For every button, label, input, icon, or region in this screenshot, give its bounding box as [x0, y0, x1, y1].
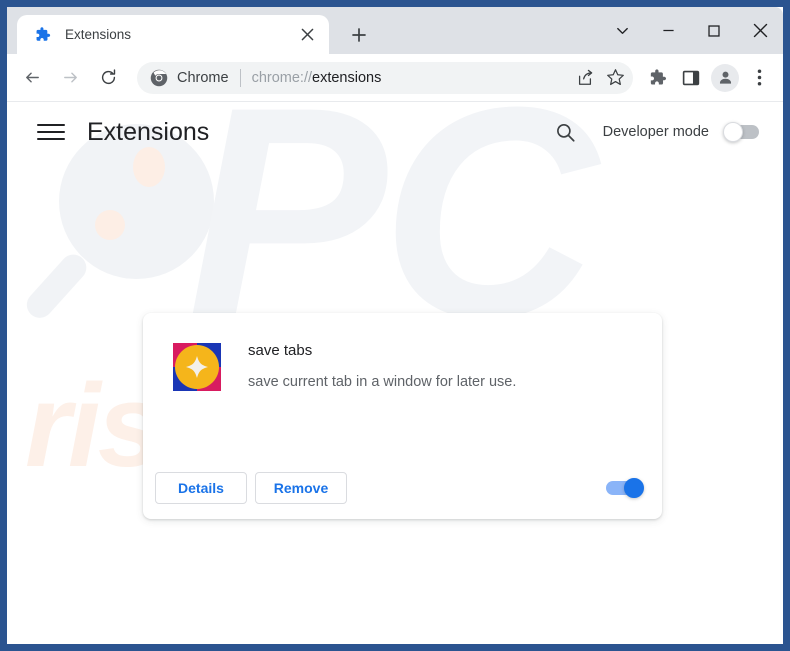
puzzle-piece-icon [33, 26, 51, 44]
details-button[interactable]: Details [155, 472, 247, 504]
profile-avatar-icon[interactable] [709, 62, 741, 94]
toggle-knob [624, 478, 644, 498]
extension-card-save-tabs: save tabs save current tab in a window f… [143, 313, 662, 519]
remove-button[interactable]: Remove [255, 472, 347, 504]
watermark-dot [95, 210, 125, 240]
browser-window: Extensions Chrome chrome://extensions PC… [0, 0, 790, 651]
omnibox-url-emphasis: extensions [312, 69, 382, 86]
developer-mode-toggle[interactable] [723, 122, 759, 142]
side-panel-icon[interactable] [675, 62, 707, 94]
back-arrow-icon[interactable] [15, 61, 49, 95]
extension-name: save tabs [248, 342, 313, 359]
tabstrip: Extensions [7, 7, 783, 54]
header-actions: Developer mode [551, 117, 759, 147]
omnibox-url-prefix: chrome:// [251, 69, 313, 86]
chevron-down-icon[interactable] [599, 7, 645, 54]
search-icon[interactable] [551, 117, 581, 147]
toggle-knob [723, 122, 743, 142]
extension-enabled-toggle[interactable] [606, 478, 644, 498]
window-controls [599, 7, 783, 54]
maximize-icon[interactable] [691, 7, 737, 54]
omnibox-chip-label: Chrome [177, 69, 229, 86]
extension-card-header: save tabs save current tab in a window f… [143, 313, 662, 392]
omnibox-separator [239, 68, 241, 87]
star-icon[interactable] [601, 64, 629, 92]
close-icon[interactable] [295, 23, 319, 47]
new-tab-button[interactable] [344, 20, 374, 50]
magnifier-handle-shape [21, 249, 92, 324]
extension-description: save current tab in a window for later u… [248, 374, 517, 390]
omnibox-actions [569, 64, 629, 92]
extensions-header: Extensions Developer mode [7, 102, 783, 162]
chrome-logo-icon [149, 68, 169, 88]
hamburger-menu-icon[interactable] [37, 118, 65, 146]
close-window-icon[interactable] [737, 7, 783, 54]
extensions-page: PC risk.com Extensions Developer mode [7, 102, 783, 643]
tab-title: Extensions [65, 27, 132, 42]
extension-card-actions: Details Remove [143, 457, 662, 519]
minimize-icon[interactable] [645, 7, 691, 54]
reload-icon[interactable] [91, 61, 125, 95]
three-dot-menu-icon[interactable] [743, 62, 775, 94]
save-tabs-extension-icon [173, 343, 221, 391]
extensions-puzzle-icon[interactable] [641, 62, 673, 94]
forward-arrow-icon[interactable] [53, 61, 87, 95]
browser-toolbar: Chrome chrome://extensions [7, 54, 783, 102]
developer-mode-label: Developer mode [602, 124, 709, 140]
extension-card-text: save tabs save current tab in a window f… [248, 339, 516, 392]
browser-window-inner: Extensions Chrome chrome://extensions PC… [7, 7, 783, 644]
avatar [711, 63, 739, 92]
omnibox-url: chrome://extensions [252, 70, 569, 86]
address-bar[interactable]: Chrome chrome://extensions [137, 61, 633, 94]
share-icon[interactable] [571, 64, 599, 92]
browser-tab-extensions[interactable]: Extensions [17, 15, 329, 54]
page-title: Extensions [87, 117, 210, 146]
